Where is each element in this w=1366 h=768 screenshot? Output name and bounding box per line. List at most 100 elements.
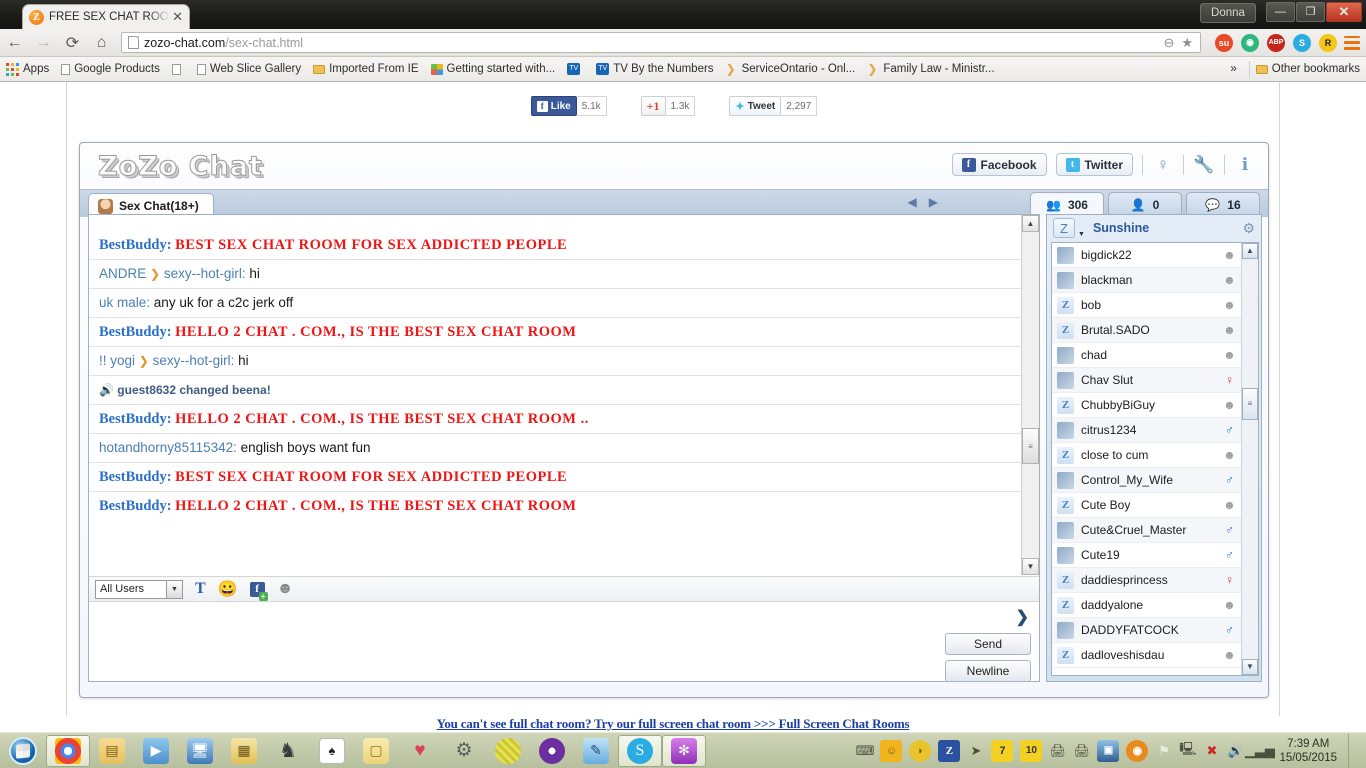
recipient-select[interactable]: All Users ▼ bbox=[95, 579, 183, 599]
skype-icon[interactable]: S bbox=[1293, 33, 1311, 52]
bookmark-getting-started[interactable]: Getting started with... bbox=[425, 61, 562, 77]
network-error-tray-icon[interactable]: ✖ bbox=[1203, 742, 1220, 759]
skype-taskbar-icon[interactable]: S bbox=[618, 734, 662, 767]
signal-tray-icon[interactable]: ▁▃▅ bbox=[1245, 742, 1275, 759]
message-sender[interactable]: BestBuddy: bbox=[99, 324, 172, 340]
message-sender[interactable]: ANDRE bbox=[99, 266, 146, 281]
keyboard-tray-icon[interactable]: ⌨ bbox=[856, 742, 875, 759]
paint-taskbar-icon[interactable]: ✎ bbox=[574, 735, 618, 767]
bookmark-web-slice-gallery[interactable]: Web Slice Gallery bbox=[191, 61, 307, 77]
list-item[interactable]: Z Cute Boy ☻ bbox=[1052, 493, 1241, 518]
message-sender[interactable]: BestBuddy: bbox=[99, 469, 172, 485]
display-tray-icon[interactable]: ▣ bbox=[1097, 739, 1120, 762]
user-list-scrollbar[interactable]: ▲ ≡ ▼ bbox=[1241, 243, 1258, 675]
emoji-icon[interactable]: 😀 bbox=[218, 579, 238, 599]
webcam-icon[interactable]: ♀ bbox=[1152, 155, 1174, 175]
volume-tray-icon[interactable]: 🔊 bbox=[1227, 742, 1244, 759]
list-item[interactable]: Zdadloveshisdau ☻ bbox=[1052, 643, 1241, 668]
bookmark-star-icon[interactable]: ★ bbox=[1181, 35, 1193, 51]
scroll-up-icon[interactable]: ▲ bbox=[1022, 215, 1039, 232]
avatar-icon[interactable]: ☻ bbox=[277, 580, 294, 598]
media-player-taskbar-icon[interactable]: ▶ bbox=[134, 735, 178, 767]
chess-taskbar-icon[interactable]: ♞ bbox=[266, 735, 310, 767]
explorer-taskbar-icon[interactable]: ▤ bbox=[90, 735, 134, 767]
stumbleupon-icon[interactable]: su bbox=[1215, 33, 1233, 52]
scroll-down-icon[interactable]: ▼ bbox=[1022, 558, 1039, 575]
mouse-tray-icon[interactable]: ➤ bbox=[967, 742, 984, 759]
message-target[interactable]: sexy--hot-girl: bbox=[153, 353, 235, 368]
avira-icon[interactable]: ◉ bbox=[1241, 33, 1259, 52]
network-monitor-tray-icon[interactable]: 🖳 bbox=[1179, 741, 1196, 759]
chevron-down-icon[interactable]: ▼ bbox=[166, 580, 182, 598]
twitter-tweet-widget[interactable]: ✦ Tweet 2,297 bbox=[729, 96, 818, 116]
expand-composer-icon[interactable]: ❯ bbox=[1016, 607, 1029, 627]
newline-button[interactable]: Newline bbox=[945, 660, 1031, 682]
zoom-icon[interactable]: ⊖ bbox=[1163, 35, 1174, 51]
flag-tray-icon[interactable]: ⚑ bbox=[1155, 742, 1172, 759]
address-bar[interactable]: zozo-chat.com/sex-chat.html ⊖ ★ bbox=[121, 32, 1201, 53]
google-plus-widget[interactable]: +1 1.3k bbox=[640, 96, 696, 116]
full-screen-chat-link[interactable]: You can't see full chat room? Try our fu… bbox=[66, 716, 1280, 732]
windows-user-button[interactable]: Donna bbox=[1200, 3, 1256, 23]
taskbar-clock[interactable]: 7:39 AM 15/05/2015 bbox=[1275, 737, 1341, 765]
message-sender[interactable]: uk male: bbox=[99, 295, 150, 310]
list-item[interactable]: Control_My_Wife ♂ bbox=[1052, 468, 1241, 493]
list-item[interactable]: DADDYFATCOCK ♂ bbox=[1052, 618, 1241, 643]
bookmark-serviceontario[interactable]: ❯ ServiceOntario - Onl... bbox=[720, 61, 862, 77]
message-sender[interactable]: BestBuddy: bbox=[99, 237, 172, 253]
close-tab-icon[interactable]: ✕ bbox=[170, 9, 185, 25]
scroll-up-icon[interactable]: ▲ bbox=[1242, 243, 1258, 259]
gear-icon[interactable]: ⚙ bbox=[1242, 220, 1255, 237]
zozo-tray-icon[interactable]: Z bbox=[938, 739, 961, 762]
adblock-plus-icon[interactable]: ABP bbox=[1267, 33, 1285, 52]
message-sender[interactable]: BestBuddy: bbox=[99, 411, 172, 427]
chat-app-taskbar-icon[interactable]: ✻ bbox=[662, 734, 706, 767]
list-item[interactable]: Z ChubbyBiGuy ☻ bbox=[1052, 393, 1241, 418]
list-item[interactable]: Cute&Cruel_Master ♂ bbox=[1052, 518, 1241, 543]
scrollbar-thumb[interactable]: ≡ bbox=[1242, 388, 1258, 420]
lemon-tray-icon[interactable]: ◗ bbox=[909, 739, 932, 762]
remote-assist-taskbar-icon[interactable]: 🖥 bbox=[178, 735, 222, 767]
roboform-icon[interactable]: R bbox=[1319, 33, 1337, 52]
start-button[interactable] bbox=[0, 734, 46, 768]
reload-icon[interactable]: ⟳ bbox=[58, 30, 87, 56]
bookmark-tv-by-the-numbers[interactable]: TV TV By the Numbers bbox=[590, 61, 719, 77]
info-icon[interactable]: ℹ bbox=[1234, 155, 1256, 175]
facebook-share-icon[interactable]: f bbox=[249, 581, 268, 601]
list-item[interactable]: blackman ☻ bbox=[1052, 268, 1241, 293]
gear-app-taskbar-icon[interactable]: ⚙ bbox=[442, 735, 486, 767]
list-item[interactable]: bigdick22 ☻ bbox=[1052, 243, 1241, 268]
chrome-menu-icon[interactable] bbox=[1344, 35, 1360, 50]
facebook-like-widget[interactable]: f Like 5.1k bbox=[530, 96, 607, 116]
message-sender[interactable]: BestBuddy: bbox=[99, 498, 172, 514]
other-bookmarks-folder[interactable]: Other bookmarks bbox=[1248, 61, 1366, 77]
avira-tray-icon[interactable]: ◉ bbox=[1126, 739, 1149, 762]
emoji-tray-icon[interactable]: ☺ bbox=[880, 739, 903, 762]
google-plus-button[interactable]: +1 bbox=[640, 96, 666, 116]
back-icon[interactable]: ← bbox=[0, 30, 29, 56]
text-format-icon[interactable]: T bbox=[195, 580, 206, 598]
browser-tab[interactable]: Z FREE SEX CHAT ROOM an ✕ bbox=[22, 4, 190, 29]
user-list[interactable]: bigdick22 ☻ blackman ☻ Zbob ☻ Z Brutal.SADO ☻… bbox=[1052, 243, 1241, 675]
chrome-taskbar-icon[interactable] bbox=[46, 734, 90, 767]
chat-scrollbar[interactable]: ▲ ≡ ▼ bbox=[1021, 215, 1039, 575]
disc-app-taskbar-icon[interactable] bbox=[530, 735, 574, 767]
twitter-tweet-button[interactable]: ✦ Tweet bbox=[729, 96, 782, 116]
list-item[interactable]: Z Brutal.SADO ☻ bbox=[1052, 318, 1241, 343]
list-item[interactable]: Zclose to cum ☻ bbox=[1052, 443, 1241, 468]
bookmark-untitled[interactable] bbox=[166, 62, 191, 77]
minimize-button[interactable]: — bbox=[1266, 2, 1295, 22]
ball-app-taskbar-icon[interactable] bbox=[486, 735, 530, 767]
list-item[interactable]: citrus1234 ♂ bbox=[1052, 418, 1241, 443]
maximize-button[interactable]: ❐ bbox=[1296, 2, 1325, 22]
printer2-tray-icon[interactable]: 🖨 bbox=[1073, 742, 1091, 759]
show-desktop-button[interactable] bbox=[1348, 733, 1358, 768]
bookmark-google-products[interactable]: Google Products bbox=[55, 61, 166, 77]
solitaire-taskbar-icon[interactable]: ♠ bbox=[310, 735, 354, 767]
bookmark-tv-1[interactable]: TV bbox=[561, 61, 590, 77]
settings-wrench-icon[interactable]: 🔧 bbox=[1193, 155, 1215, 175]
bookmark-family-law[interactable]: ❯ Family Law - Ministr... bbox=[861, 61, 1000, 77]
sticky-notes-taskbar-icon[interactable]: ▢ bbox=[354, 735, 398, 767]
bookmark-imported-from-ie[interactable]: Imported From IE bbox=[307, 61, 424, 77]
forward-icon[interactable]: → bbox=[29, 30, 58, 56]
